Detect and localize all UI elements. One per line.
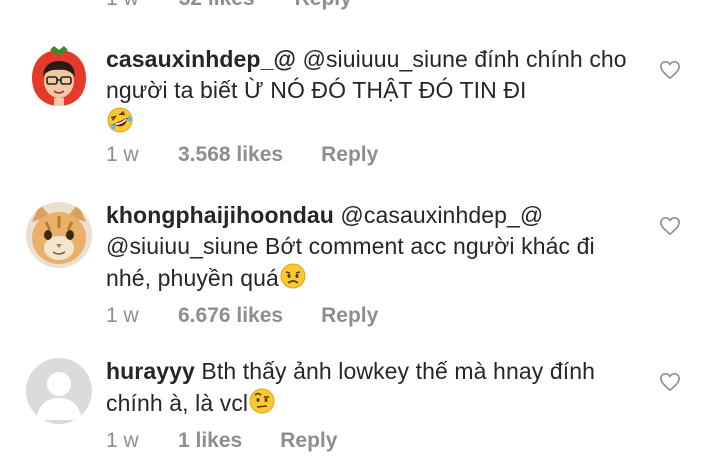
comment-time: 1 w [106,0,139,11]
avatar[interactable] [26,202,92,268]
like-count[interactable]: 3.568 likes [178,143,283,167]
raised-eyebrow-emoji [248,387,276,423]
reply-button[interactable]: Reply [295,0,352,11]
like-count[interactable]: 32 likes [179,0,255,11]
reply-button[interactable]: Reply [280,429,337,453]
like-count[interactable]: 6.676 likes [178,304,283,328]
comment-username[interactable]: casauxinhdep_@ [106,46,296,72]
rolling-laughing-emoji [106,106,134,145]
previous-comment-meta: 1 w 32 likes Reply [106,0,352,11]
reply-button[interactable]: Reply [321,143,378,167]
avatar[interactable] [26,44,92,110]
comment-meta: 1 w 3.568 likes Reply [106,143,646,167]
comment-body: khongphaijihoondau @casauxinhdep_@ @siui… [106,200,646,328]
heart-outline-icon[interactable] [659,60,681,80]
comment-body: hurayyy Bth thấy ảnh lowkey thế mà hnay … [106,356,646,453]
comment-text: hurayyy Bth thấy ảnh lowkey thế mà hnay … [106,356,646,423]
comment-username[interactable]: khongphaijihoondau [106,202,334,228]
comment-meta: 1 w 1 likes Reply [106,429,646,453]
comment-meta: 1 w 6.676 likes Reply [106,304,646,328]
comment-text: khongphaijihoondau @casauxinhdep_@ @siui… [106,200,646,298]
comment-username[interactable]: hurayyy [106,358,195,384]
like-count[interactable]: 1 likes [178,429,242,453]
comment-time: 1 w [106,304,139,327]
comment-time: 1 w [106,429,139,452]
comment-time: 1 w [106,143,139,166]
heart-outline-icon[interactable] [659,216,681,236]
comment-text: casauxinhdep_@ @siuiuuu_siune đính chính… [106,44,646,106]
comment-body: casauxinhdep_@ @siuiuuu_siune đính chính… [106,44,646,167]
avatar[interactable] [26,358,92,424]
reply-button[interactable]: Reply [321,304,378,328]
sad-face-emoji [279,262,307,298]
heart-outline-icon[interactable] [659,372,681,392]
